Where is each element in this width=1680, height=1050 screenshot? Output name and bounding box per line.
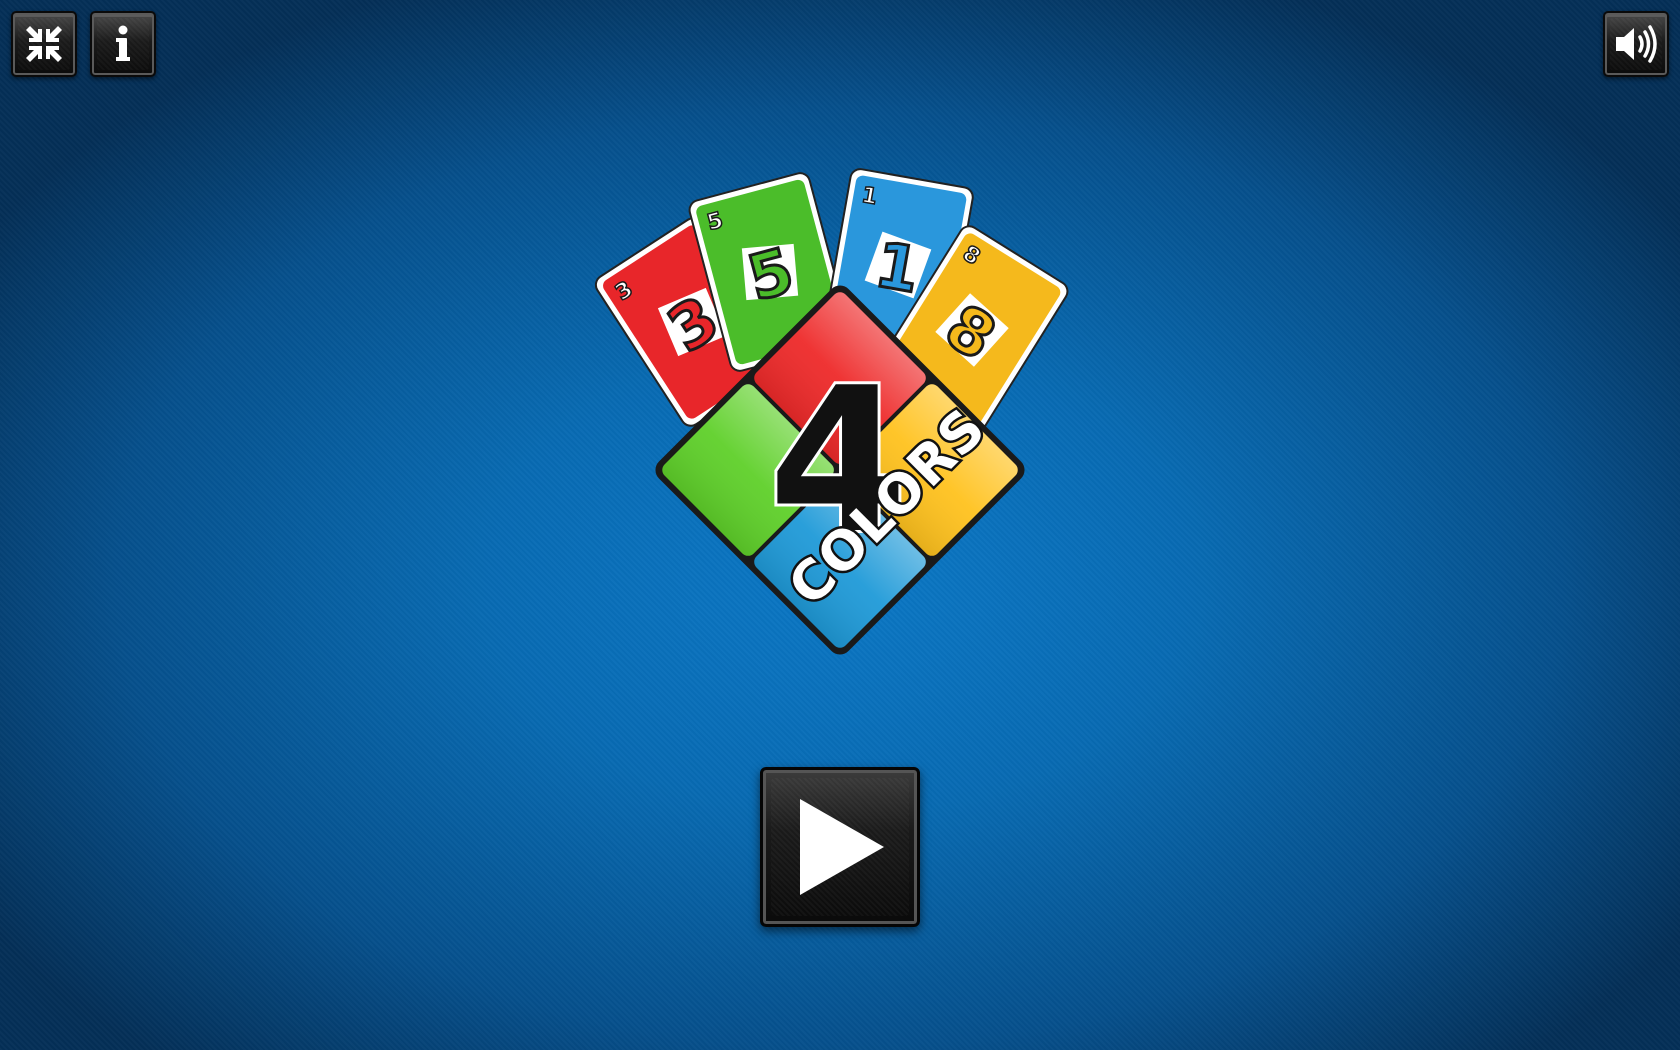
info-button[interactable] bbox=[90, 11, 156, 77]
sound-button[interactable] bbox=[1603, 11, 1669, 77]
fullscreen-button[interactable] bbox=[11, 11, 77, 77]
collapse-arrows-icon bbox=[26, 26, 62, 62]
info-icon bbox=[116, 25, 130, 61]
play-triangle-icon bbox=[800, 799, 884, 895]
speaker-volume-icon bbox=[1616, 25, 1657, 63]
game-logo: 3 3 5 5 1 1 8 8 4 COLORS bbox=[594, 168, 1069, 655]
play-button[interactable] bbox=[760, 767, 920, 927]
